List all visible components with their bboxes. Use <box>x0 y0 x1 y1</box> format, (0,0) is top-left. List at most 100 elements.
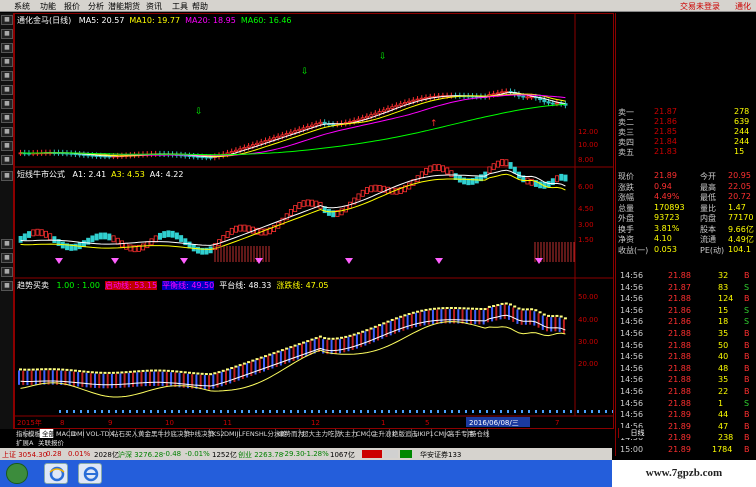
tick-row[interactable]: 14:56 21.88 35 B <box>616 329 756 339</box>
menu-item-4[interactable]: 潜能期货 <box>108 1 140 12</box>
tick-row[interactable]: 14:56 21.86 15 S <box>616 306 756 316</box>
trend-cap <box>504 302 508 305</box>
tick-row[interactable]: 14:56 21.89 44 B <box>616 410 756 420</box>
tick-row[interactable]: 14:56 21.86 18 S <box>616 317 756 327</box>
panel3-title: 趋势买卖 1.00 : 1.00 启动线: 53.15 平衡线: 49.50 平台线:… <box>17 280 329 291</box>
login-status[interactable]: 交易未登录 <box>680 1 720 12</box>
menu-item-3[interactable]: 分析 <box>88 1 104 12</box>
tick-mark <box>500 410 502 413</box>
candle-body <box>373 112 378 116</box>
rsi-icon[interactable]: ■ <box>1 239 13 249</box>
tick-mark <box>297 410 299 413</box>
square-icon[interactable]: ■ <box>1 155 13 165</box>
trend-icon[interactable]: ■ <box>1 71 13 81</box>
tick-direction: S <box>744 282 750 292</box>
tick-row[interactable]: 14:56 21.88 48 B <box>616 364 756 374</box>
indicator-bar <box>238 224 243 232</box>
trend-cap <box>289 346 293 349</box>
menu-item-6[interactable]: 工具 <box>172 1 188 12</box>
ma-value-3: MA60: 16.46 <box>240 16 292 25</box>
tick-mark <box>304 410 306 413</box>
extension-tab-0[interactable]: 扩展A <box>16 438 33 448</box>
a-icon[interactable]: ■ <box>1 281 13 291</box>
list-icon[interactable]: ■ <box>1 43 13 53</box>
tick-mark <box>409 410 411 413</box>
fx-icon[interactable]: ■ <box>1 267 13 277</box>
tick-volume: 35 <box>718 329 729 338</box>
candle-body <box>288 131 293 134</box>
kline-icon[interactable]: ■ <box>1 85 13 95</box>
candle-body <box>280 134 285 137</box>
tick-price: 21.88 <box>668 294 691 304</box>
tick-row[interactable]: 14:56 21.88 40 B <box>616 352 756 362</box>
indicator-bar <box>124 242 129 250</box>
stat-label: 净资 <box>618 235 634 244</box>
stat-label: 外盘 <box>618 214 634 223</box>
app-icon[interactable] <box>78 463 102 484</box>
bar-icon[interactable]: ■ <box>1 57 13 67</box>
chart-icon[interactable]: ■ <box>1 29 13 39</box>
trend-cap <box>323 337 327 340</box>
tick-row[interactable]: 14:56 21.88 1 S <box>616 399 756 409</box>
period-label[interactable]: 日线 <box>618 428 656 438</box>
status-item-0: 上证 3054.30 <box>2 451 48 459</box>
indicator-bar <box>174 232 179 240</box>
trend-cap <box>103 371 107 374</box>
menu-item-7[interactable]: 帮助 <box>192 1 208 12</box>
trend-cap <box>171 370 175 373</box>
chart-canvas[interactable]: 12.00 10.00 8.00 6.00 4.50 3.00 1.50 50.00 40.00… <box>15 14 614 428</box>
trend-cap <box>276 350 280 353</box>
menu-item-5[interactable]: 资讯 <box>146 1 162 12</box>
tick-row[interactable]: 14:56 21.88 50 B <box>616 341 756 351</box>
candle2-icon[interactable]: ■ <box>1 253 13 263</box>
tick-mark <box>325 410 327 413</box>
trend-cap <box>86 370 90 373</box>
candle-icon[interactable]: ■ <box>1 99 13 109</box>
stat-label: 总量 <box>618 203 634 213</box>
tick-row[interactable]: 14:56 21.88 124 B <box>616 294 756 304</box>
diamond-icon <box>111 258 119 264</box>
ma10-line <box>20 93 566 157</box>
tick-row[interactable]: 15:00 21.89 1784 B <box>616 445 756 455</box>
signal-arrow-icon: ⇩ <box>379 52 387 62</box>
candle-body <box>318 121 323 125</box>
tick-mark <box>479 410 481 413</box>
explorer-icon[interactable] <box>44 463 68 484</box>
tick-row[interactable]: 14:56 21.87 83 S <box>616 283 756 293</box>
tick-row[interactable]: 14:56 21.88 32 B <box>616 271 756 281</box>
indicator-bar <box>31 229 36 237</box>
indicator-bar <box>18 235 23 243</box>
grid-icon[interactable]: ■ <box>1 15 13 25</box>
browser-icon <box>83 466 99 482</box>
quote-link[interactable]: 通化 <box>735 1 751 12</box>
ask-volume: 278 <box>734 107 750 116</box>
trend-cap <box>432 307 436 310</box>
p2-axis-label: 1.50 <box>578 236 594 244</box>
zoom-icon[interactable]: ■ <box>1 113 13 123</box>
tick-direction: B <box>744 375 750 385</box>
tick-row[interactable]: 14:56 21.88 22 B <box>616 387 756 397</box>
trend-cap <box>373 325 377 328</box>
candle-body <box>263 140 268 143</box>
globe-icon[interactable]: ■ <box>1 171 13 181</box>
menu-item-1[interactable]: 功能 <box>40 1 56 12</box>
stat-value: 4.49% <box>654 192 680 201</box>
flag-icon[interactable]: ■ <box>1 141 13 151</box>
candle-body <box>238 148 243 151</box>
tick-mark <box>115 410 117 413</box>
tick-mark <box>157 410 159 413</box>
indicator-bar <box>445 167 450 175</box>
tick-mark <box>122 410 124 413</box>
trend-cap <box>331 337 335 340</box>
tick-direction: S <box>744 398 750 408</box>
trend-cap <box>470 307 474 310</box>
tick-row[interactable]: 14:56 21.88 35 B <box>616 375 756 385</box>
menu-item-0[interactable]: 系统 <box>14 1 30 12</box>
chart-area[interactable]: 12.00 10.00 8.00 6.00 4.50 3.00 1.50 50.00 40.00… <box>14 13 614 429</box>
menu-item-2[interactable]: 报价 <box>64 1 80 12</box>
tick-icon[interactable]: ■ <box>1 127 13 137</box>
indicator-bar <box>157 232 162 240</box>
ma-value-0: MA5: 20.57 <box>78 16 125 25</box>
start-icon[interactable] <box>6 463 28 484</box>
extension-tab-1[interactable]: 关联报价 <box>38 438 64 448</box>
